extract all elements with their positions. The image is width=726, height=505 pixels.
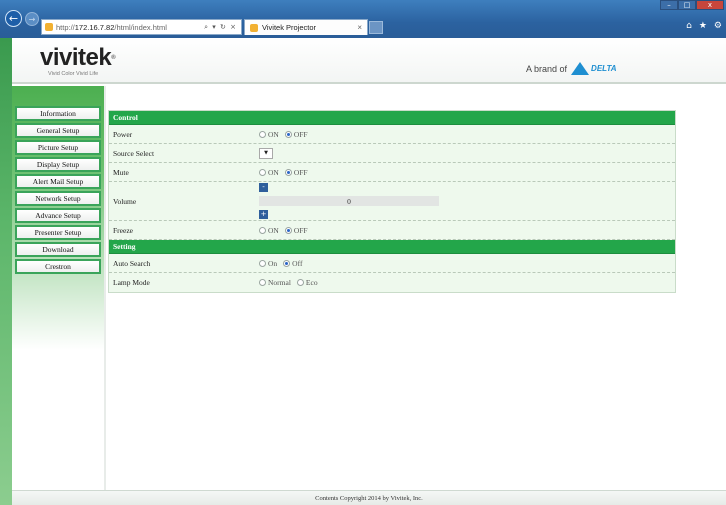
address-host: 172.16.7.82 — [74, 22, 115, 32]
page-header: vivitek® Vivid Color Vivid Life A brand … — [12, 38, 726, 84]
source-select-dropdown[interactable]: ▼ — [259, 147, 273, 159]
logo-text: vivitek — [40, 44, 112, 71]
address-prefix: http:// — [56, 22, 75, 32]
new-tab-button[interactable] — [369, 21, 383, 34]
row-lamp-mode: Lamp Mode Normal Eco — [109, 273, 675, 292]
freeze-off-option[interactable]: OFF — [284, 225, 308, 235]
row-auto-search: Auto Search On Off — [109, 254, 675, 273]
mute-off-label: OFF — [293, 167, 308, 177]
power-off-option[interactable]: OFF — [284, 129, 308, 139]
lamp-mode-eco-option[interactable]: Eco — [296, 278, 318, 287]
browser-titlebar: ← → http://172.16.7.82/html/index.html ⌕… — [0, 0, 726, 38]
lamp-mode-label: Lamp Mode — [113, 278, 150, 287]
minimize-icon[interactable]: – — [660, 0, 678, 10]
brand-prefix: A brand of — [526, 63, 568, 74]
address-text: http://172.16.7.82/html/index.html — [56, 23, 167, 32]
lamp-mode-normal-option[interactable]: Normal — [259, 278, 291, 287]
maximize-icon[interactable]: □ — [678, 0, 696, 10]
freeze-on-option[interactable]: ON — [259, 226, 279, 235]
power-label: Power — [113, 129, 133, 139]
row-volume: Volume - 0 + — [109, 182, 675, 221]
left-green-stripe — [0, 38, 12, 505]
favorites-star-icon[interactable]: ★ — [699, 21, 707, 31]
tab-vivitek-projector[interactable]: Vivitek Projector × — [244, 19, 368, 35]
mute-on-label: ON — [268, 167, 279, 177]
mute-off-radio[interactable] — [284, 168, 292, 176]
section-header-control: Control — [109, 111, 675, 125]
page-footer: Contents Copyright 2014 by Vivitek, Inc. — [12, 490, 726, 505]
freeze-on-label: ON — [268, 225, 279, 235]
mute-label: Mute — [113, 167, 129, 177]
sidebar-item-crestron[interactable]: Crestron — [15, 259, 101, 274]
section-header-setting: Setting — [109, 240, 675, 254]
tab-title: Vivitek Projector — [262, 23, 317, 32]
mute-off-option[interactable]: OFF — [284, 167, 308, 177]
address-tools-icon[interactable]: ⌕ ▾ ↻ × — [204, 23, 237, 32]
address-bar[interactable]: http://172.16.7.82/html/index.html ⌕ ▾ ↻… — [41, 19, 242, 35]
lamp-mode-normal-label: Normal — [268, 278, 291, 287]
power-on-label: ON — [268, 129, 279, 139]
mute-on-radio[interactable] — [259, 168, 266, 176]
sidebar-item-information[interactable]: Information — [15, 106, 101, 121]
auto-search-off-option[interactable]: Off — [283, 259, 302, 268]
volume-value: 0 — [259, 196, 439, 206]
volume-decrease-button[interactable]: - — [259, 183, 268, 192]
address-path: /html/index.html — [114, 22, 167, 32]
mute-on-option[interactable]: ON — [259, 168, 279, 177]
column-divider — [104, 86, 106, 498]
row-freeze: Freeze ON OFF — [109, 221, 675, 240]
delta-logo-icon — [571, 62, 590, 75]
row-power: Power ON OFF — [109, 125, 675, 144]
source-select-label: Source Select — [113, 148, 155, 158]
sidebar-item-download[interactable]: Download — [15, 242, 101, 257]
site-favicon-icon — [45, 23, 53, 31]
forward-icon[interactable]: → — [25, 12, 39, 26]
control-panel: Control Power ON OFF Source Select ▼ Mut… — [108, 110, 676, 293]
logo-registered-mark: ® — [111, 55, 116, 61]
power-on-radio[interactable] — [259, 130, 266, 138]
close-window-icon[interactable]: x — [696, 0, 724, 10]
auto-search-on-option[interactable]: On — [259, 259, 277, 268]
sidebar-item-picture-setup[interactable]: Picture Setup — [15, 140, 101, 155]
row-mute: Mute ON OFF — [109, 163, 675, 182]
freeze-label: Freeze — [113, 225, 133, 235]
power-off-label: OFF — [293, 129, 308, 139]
auto-search-off-label: Off — [292, 258, 303, 268]
auto-search-on-label: On — [268, 258, 278, 268]
browser-toolbar-icons: ⌂ ★ ⚙ — [686, 21, 722, 31]
freeze-on-radio[interactable] — [259, 226, 266, 234]
volume-control: - 0 + — [259, 183, 439, 219]
lamp-mode-eco-radio[interactable] — [296, 279, 304, 286]
back-icon[interactable]: ← — [5, 10, 22, 27]
tab-favicon-icon — [250, 23, 258, 32]
sidebar-item-advance-setup[interactable]: Advance Setup — [15, 208, 101, 223]
home-icon[interactable]: ⌂ — [686, 21, 692, 31]
power-on-option[interactable]: ON — [259, 130, 279, 139]
volume-increase-button[interactable]: + — [259, 210, 268, 219]
freeze-off-radio[interactable] — [284, 226, 292, 234]
auto-search-label: Auto Search — [113, 258, 151, 268]
brand-of-delta: A brand of DELTA — [526, 62, 617, 75]
logo-tagline: Vivid Color Vivid Life — [48, 71, 99, 77]
lamp-mode-eco-label: Eco — [305, 278, 318, 287]
row-source-select: Source Select ▼ — [109, 144, 675, 163]
vivitek-logo: vivitek® — [40, 44, 116, 71]
chevron-down-icon: ▼ — [264, 150, 268, 156]
tab-close-icon[interactable]: × — [357, 23, 362, 32]
auto-search-off-radio[interactable] — [283, 259, 291, 267]
sidebar-item-presenter-setup[interactable]: Presenter Setup — [15, 225, 101, 240]
auto-search-on-radio[interactable] — [259, 259, 266, 267]
freeze-off-label: OFF — [293, 225, 308, 235]
sidebar-item-display-setup[interactable]: Display Setup — [15, 157, 101, 172]
brand-name: DELTA — [591, 64, 617, 73]
sidebar-item-network-setup[interactable]: Network Setup — [15, 191, 101, 206]
sidebar-nav: Information General Setup Picture Setup … — [15, 106, 101, 276]
sidebar-item-alert-mail-setup[interactable]: Alert Mail Setup — [15, 174, 101, 189]
sidebar-item-general-setup[interactable]: General Setup — [15, 123, 101, 138]
settings-gear-icon[interactable]: ⚙ — [714, 21, 722, 31]
power-off-radio[interactable] — [284, 130, 292, 138]
lamp-mode-normal-radio[interactable] — [259, 279, 266, 286]
volume-label: Volume — [113, 196, 137, 206]
window-controls: – □ x — [660, 0, 724, 10]
